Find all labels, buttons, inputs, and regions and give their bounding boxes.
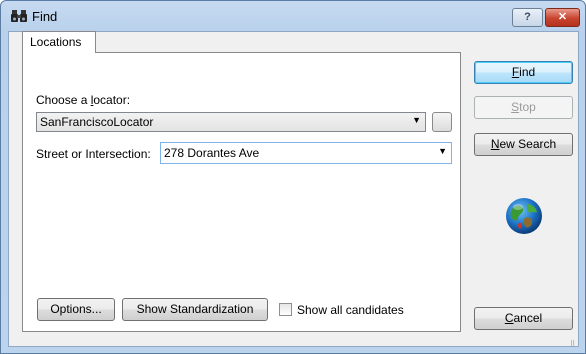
find-button[interactable]: Find (474, 61, 573, 84)
title-bar[interactable]: Find ? ✕ (1, 1, 585, 31)
chevron-down-icon: ▼ (412, 115, 421, 125)
globe-icon (503, 195, 545, 237)
options-button[interactable]: Options... (37, 298, 115, 321)
binoculars-icon (11, 8, 27, 24)
cancel-button[interactable]: Cancel (474, 307, 573, 330)
show-all-candidates-label[interactable]: Show all candidates (297, 303, 404, 317)
tab-locations-label: Locations (30, 35, 82, 49)
help-button[interactable]: ? (512, 8, 543, 27)
locator-dropdown[interactable]: SanFranciscoLocator ▼ (36, 112, 426, 132)
window-title: Find (32, 9, 58, 24)
chevron-down-icon[interactable]: ▼ (438, 146, 447, 156)
show-all-candidates-checkbox[interactable] (279, 303, 292, 316)
browse-locator-button[interactable] (432, 112, 452, 132)
choose-locator-label: Choose a locator: (36, 93, 131, 107)
locator-dropdown-value: SanFranciscoLocator (40, 115, 154, 129)
stop-button[interactable]: Stop (474, 96, 573, 119)
tab-locations[interactable]: Locations (22, 31, 96, 53)
street-intersection-label: Street or Intersection: (36, 147, 151, 161)
resize-grip-icon[interactable]: ⠿ (570, 340, 575, 348)
close-button[interactable]: ✕ (545, 8, 580, 27)
new-search-button[interactable]: New Search (474, 133, 573, 156)
show-standardization-button[interactable]: Show Standardization (122, 298, 268, 321)
help-icon: ? (524, 11, 531, 23)
street-intersection-value: 278 Dorantes Ave (164, 146, 260, 160)
street-intersection-combobox[interactable]: 278 Dorantes Ave ▼ (160, 142, 452, 164)
close-icon: ✕ (557, 11, 568, 23)
